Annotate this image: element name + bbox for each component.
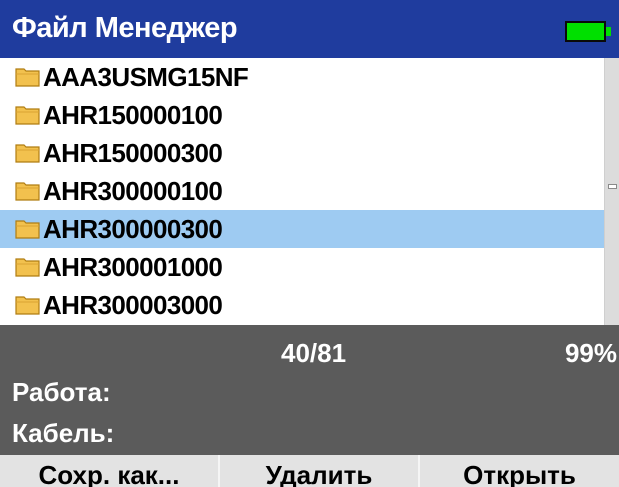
list-item[interactable]: AHR300001000 [0,248,604,286]
save-as-label: Сохр. как... [38,460,180,487]
battery-icon [565,21,606,42]
file-name: AHR150000100 [43,100,223,130]
scrollbar-thumb[interactable] [608,184,617,189]
list-item[interactable]: AHR300000100 [0,172,604,210]
work-label: Работа: [12,377,111,407]
button-bar: Сохр. как... Удалить Открыть [0,455,619,487]
file-name: AHR150000300 [43,138,223,168]
open-label: Открыть [463,460,576,487]
file-name: AHR300000100 [43,176,223,206]
percent-indicator: 99% [564,338,617,368]
status-panel: 40/81 99% Работа: Кабель: [0,325,619,455]
list-item-selected[interactable]: AHR300000300 [0,210,604,248]
cable-label: Кабель: [12,418,115,448]
list-item[interactable]: AHR150000300 [0,134,604,172]
battery-tip [606,27,611,36]
file-name: AAA3USMG15NF [43,62,249,92]
file-name: AHR300000300 [43,214,223,244]
file-list: AAA3USMG15NF AHR150000100 AHR150000300 A… [0,58,604,325]
window-title: Файл Менеджер [12,12,238,44]
folder-icon [15,182,40,201]
list-item[interactable]: AHR300003000 [0,286,604,324]
file-name: AHR300001000 [43,252,223,282]
folder-icon [15,296,40,315]
list-item[interactable]: AAA3USMG15NF [0,58,604,96]
file-manager-window: Файл Менеджер AAA3USMG15NF AHR150000100 … [0,0,619,487]
save-as-button[interactable]: Сохр. как... [0,455,218,487]
folder-icon [15,106,40,125]
folder-icon [15,258,40,277]
delete-label: Удалить [265,460,373,487]
scrollbar[interactable] [604,58,619,325]
title-bar: Файл Менеджер [0,0,619,58]
file-name: AHR300003000 [43,290,223,320]
folder-icon [15,144,40,163]
delete-button[interactable]: Удалить [218,455,418,487]
list-item[interactable]: AHR150000100 [0,96,604,134]
open-button[interactable]: Открыть [418,455,619,487]
folder-icon [15,220,40,239]
folder-icon [15,68,40,87]
item-counter: 40/81 [281,338,347,368]
